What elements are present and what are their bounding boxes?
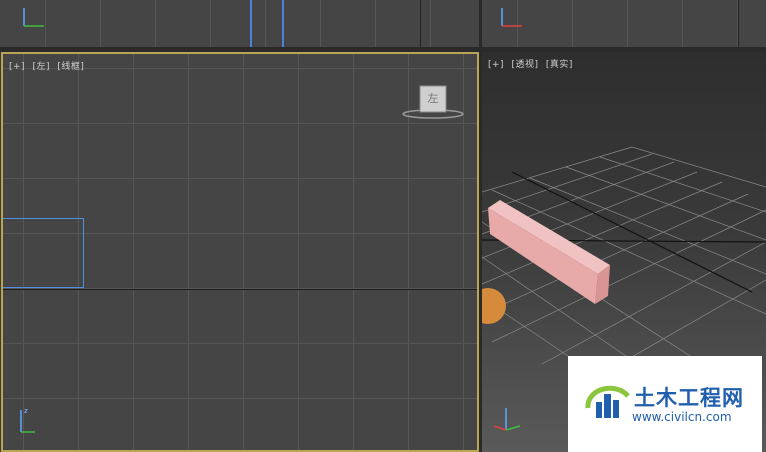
object-wireframe[interactable] [3,218,84,288]
axis-line [738,0,739,47]
viewport-view-name[interactable]: [左] [32,62,50,72]
viewport-menu-plus[interactable]: [+] [9,62,25,72]
viewport-shading-mode[interactable]: [线框] [57,62,84,72]
left-viewport[interactable]: [+] [左] [线框] 左 z [1,52,479,452]
axis-line [420,0,421,47]
axis-gizmo-icon [23,8,44,27]
object-edge-line [250,0,252,47]
viewcube[interactable]: 左 [401,82,465,122]
axis-gizmo-icon [501,8,522,27]
object-edge-line [282,0,284,47]
watermark: 土木工程网 www.civilcn.com [568,356,762,452]
axis-gizmo-icon [493,408,521,431]
top-viewport[interactable] [0,0,480,47]
viewport-label[interactable]: [+] [左] [线框] [9,59,88,72]
front-viewport[interactable] [482,0,766,47]
axis-gizmo-icon: z [20,407,35,433]
watermark-url: www.civilcn.com [632,410,732,424]
civilcn-logo-icon [585,385,630,418]
watermark-title: 土木工程网 [634,386,744,410]
viewcube-face-label: 左 [427,92,439,105]
svg-text:z: z [24,407,28,415]
axis-line [3,289,477,290]
sphere-object[interactable] [482,288,506,324]
